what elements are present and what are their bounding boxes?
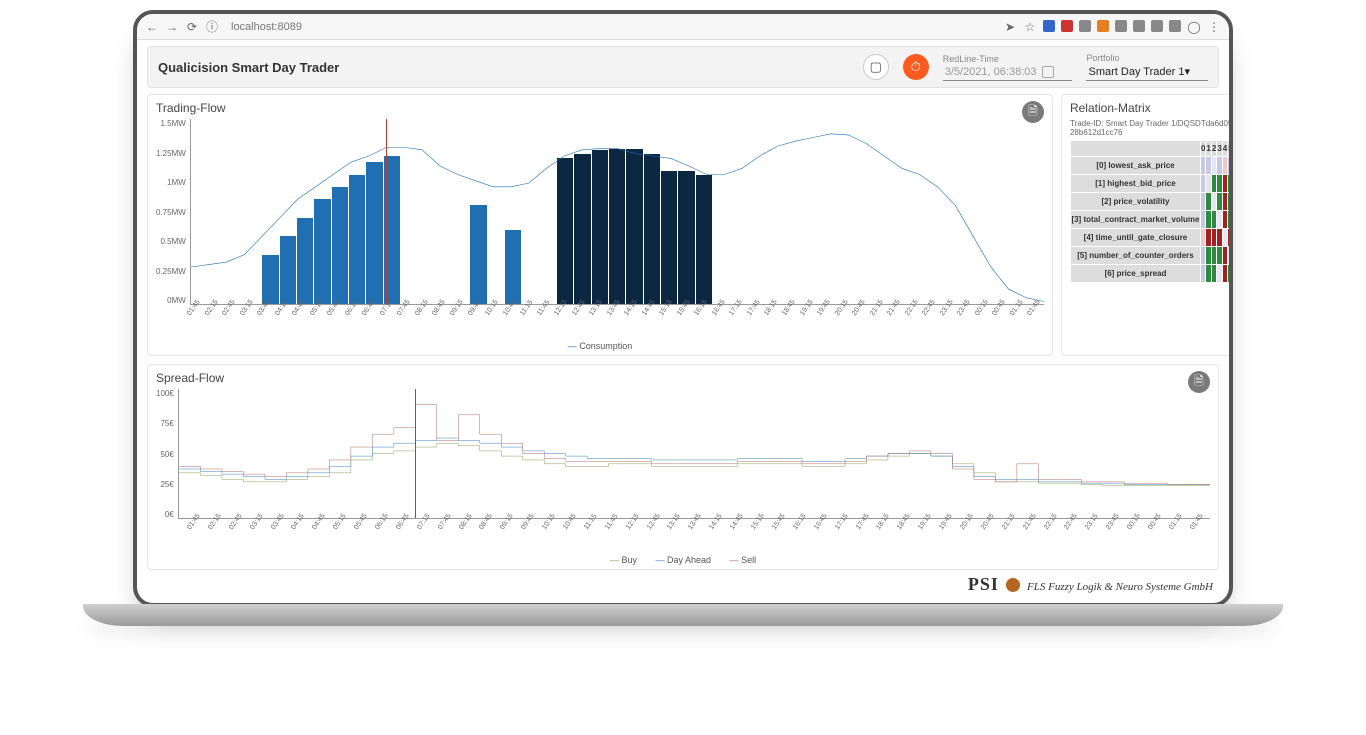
record-button[interactable]: ▢ (863, 54, 889, 80)
matrix-cell[interactable] (1228, 193, 1233, 211)
matrix-cell[interactable] (1228, 229, 1233, 247)
matrix-row-header: [1] highest_bid_price (1070, 175, 1200, 193)
trade-id: Trade-ID: Smart Day Trader 1/DQSDTda6d05… (1070, 119, 1233, 137)
brand-tagline: FLS Fuzzy Logik & Neuro Systeme GmbH (1027, 581, 1213, 593)
redline-marker (386, 119, 387, 304)
back-button[interactable]: ← (145, 20, 159, 34)
profile-icon[interactable]: ◯ (1187, 20, 1201, 34)
ext-icon[interactable] (1115, 20, 1127, 32)
relation-matrix-title: Relation-Matrix (1070, 101, 1233, 115)
relation-matrix-grid[interactable]: 0123456789[0] lowest_ask_price[1] highes… (1070, 140, 1233, 283)
sf-x-axis: 01:4502:1502:4503:1503:4504:1504:4505:15… (186, 519, 1210, 553)
live-button[interactable]: ⏱ (903, 54, 929, 80)
ext-icon[interactable] (1133, 20, 1145, 32)
menu-icon[interactable]: ⋮ (1207, 20, 1221, 34)
redline-value[interactable]: 3/5/2021, 06:38:03 (943, 64, 1073, 81)
address-bar[interactable]: localhost:8089 (231, 21, 302, 33)
brand-logo: PSI (968, 574, 999, 594)
tf-x-axis: 01:4502:1502:4503:1503:4504:1504:4505:15… (186, 305, 1044, 339)
laptop-frame: ← → ⟳ ⓘ localhost:8089 ➤ ☆ ◯ ⋮ Qualicisi… (133, 10, 1233, 607)
ext-icon[interactable] (1097, 20, 1109, 32)
footer: PSI FLS Fuzzy Logik & Neuro Systeme GmbH (147, 570, 1219, 595)
matrix-row-header: [3] total_contract_market_volume (1070, 211, 1200, 229)
matrix-cell[interactable] (1228, 175, 1233, 193)
sf-plot[interactable] (178, 389, 1210, 519)
sf-y-axis: 100€75€50€25€0€ (156, 389, 178, 519)
portfolio-select[interactable]: Smart Day Trader 1 ▾ (1086, 63, 1208, 81)
portfolio-label: Portfolio (1086, 53, 1208, 63)
app-header: Qualicision Smart Day Trader ▢ ⏱ RedLine… (147, 46, 1219, 88)
star-icon[interactable]: ☆ (1023, 20, 1037, 34)
forward-button[interactable]: → (165, 20, 179, 34)
relation-matrix-panel: Relation-Matrix Trade-ID: Smart Day Trad… (1061, 94, 1233, 356)
ext-icon[interactable] (1079, 20, 1091, 32)
calendar-icon (1042, 66, 1054, 78)
spread-flow-panel: Spread-Flow 🗎 100€75€50€25€0€ 01:4502:15… (147, 364, 1219, 570)
matrix-cell[interactable] (1228, 157, 1233, 175)
portfolio-field: Portfolio Smart Day Trader 1 ▾ (1086, 53, 1208, 81)
globe-icon (1006, 578, 1020, 592)
redline-label: RedLine-Time (943, 54, 1073, 64)
chevron-down-icon: ▾ (1184, 65, 1190, 78)
matrix-row-header: [6] price_spread (1070, 265, 1200, 283)
ext-icon[interactable] (1061, 20, 1073, 32)
spread-flow-title: Spread-Flow (156, 371, 1210, 385)
app-title: Qualicision Smart Day Trader (158, 60, 339, 75)
ext-icon[interactable] (1169, 20, 1181, 32)
matrix-row-header: [5] number_of_counter_orders (1070, 247, 1200, 265)
trading-flow-title: Trading-Flow (156, 101, 1044, 115)
sf-legend: Buy Day Ahead Sell (156, 555, 1210, 565)
trading-flow-panel: Trading-Flow 🗎 1.5MW1.25MW1MW0.75MW0.5MW… (147, 94, 1053, 356)
matrix-row-header: [4] time_until_gate_closure (1070, 229, 1200, 247)
redline-marker (415, 389, 416, 518)
stopwatch-icon: ⏱ (911, 59, 921, 75)
matrix-cell[interactable] (1228, 247, 1233, 265)
matrix-row-header: [2] price_volatility (1070, 193, 1200, 211)
ext-icon[interactable] (1151, 20, 1163, 32)
tf-legend: Consumption (156, 341, 1044, 351)
info-icon: ⓘ (205, 20, 219, 34)
matrix-cell[interactable] (1228, 211, 1233, 229)
app-root: Qualicision Smart Day Trader ▢ ⏱ RedLine… (137, 40, 1229, 603)
redline-field: RedLine-Time 3/5/2021, 06:38:03 (943, 54, 1073, 81)
reload-button[interactable]: ⟳ (185, 20, 199, 34)
matrix-row-header: [0] lowest_ask_price (1070, 157, 1200, 175)
ext-icon[interactable] (1043, 20, 1055, 32)
matrix-cell[interactable] (1228, 265, 1233, 283)
tf-plot[interactable] (190, 119, 1044, 305)
browser-toolbar: ← → ⟳ ⓘ localhost:8089 ➤ ☆ ◯ ⋮ (137, 14, 1229, 40)
send-icon[interactable]: ➤ (1003, 20, 1017, 34)
tf-y-axis: 1.5MW1.25MW1MW0.75MW0.5MW0.25MW0MW (156, 119, 190, 305)
extension-tray: ➤ ☆ ◯ ⋮ (1003, 20, 1221, 34)
laptop-base (83, 604, 1283, 626)
record-icon: ▢ (870, 59, 882, 75)
